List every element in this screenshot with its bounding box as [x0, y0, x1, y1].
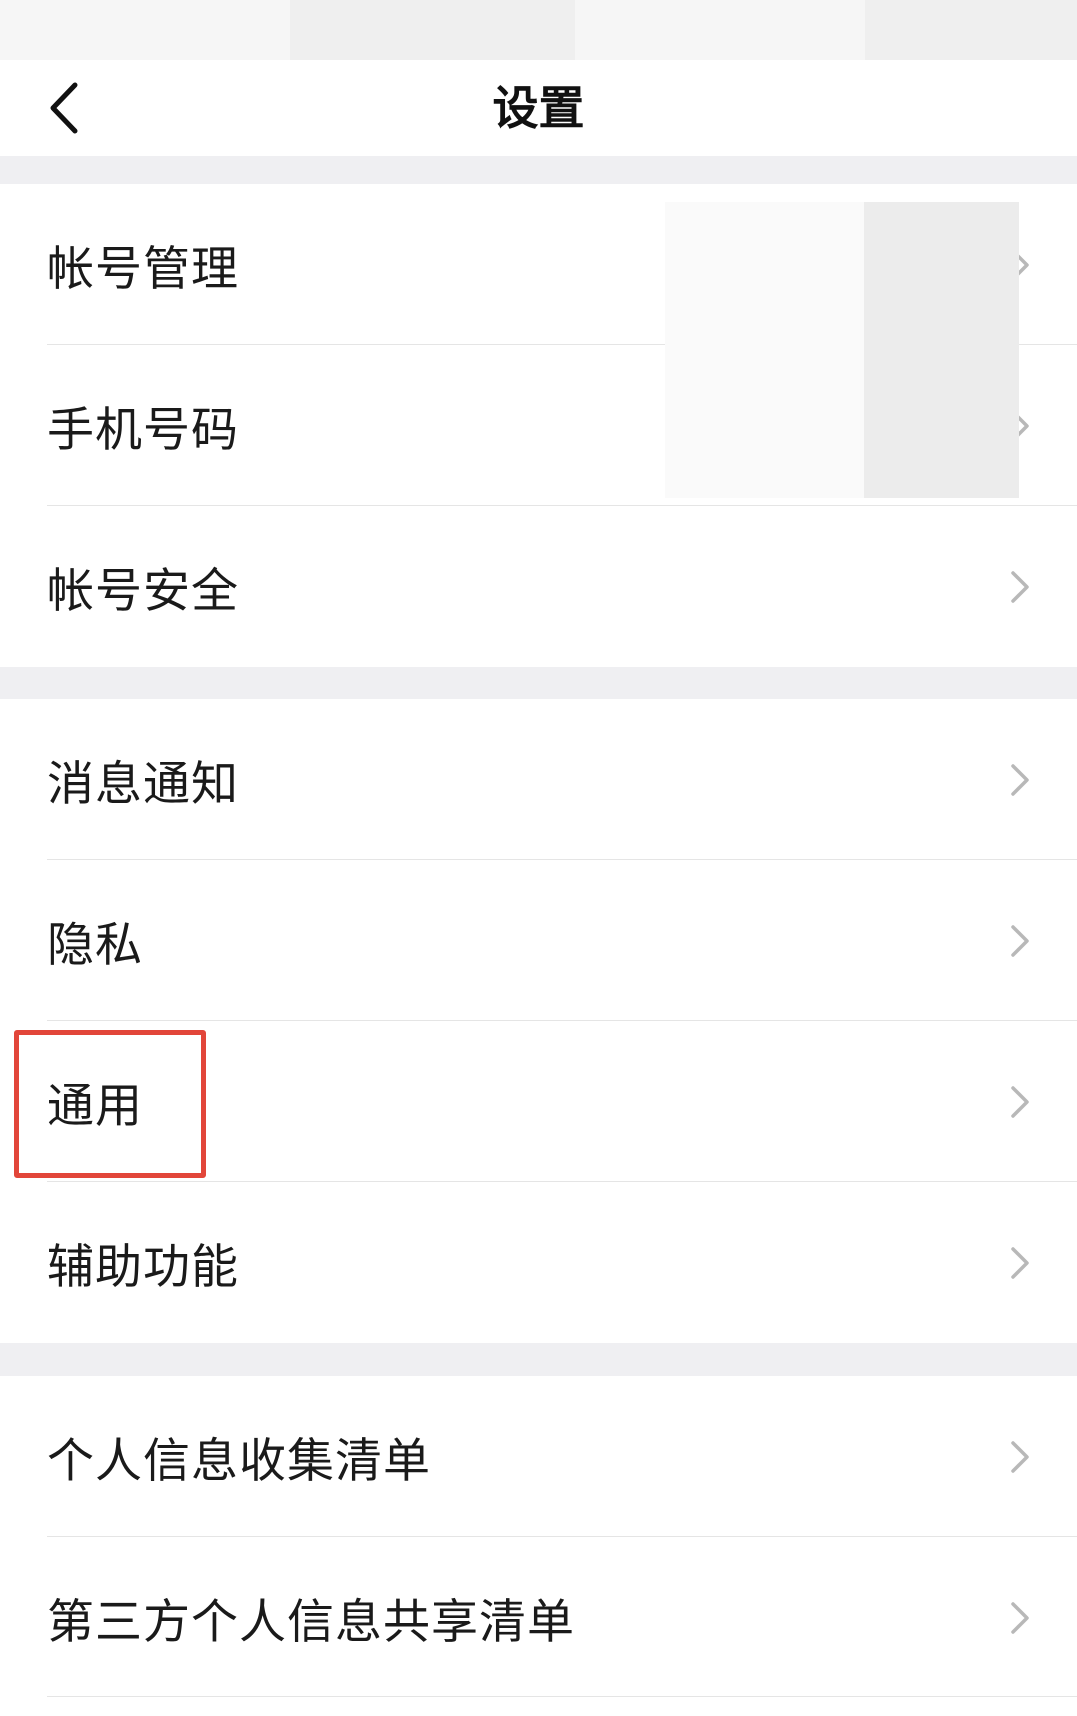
group-separator: [0, 667, 1077, 699]
navigation-bar: 设置: [0, 60, 1077, 156]
chevron-right-icon: [1011, 763, 1029, 796]
settings-item-notifications[interactable]: 消息通知: [0, 699, 1077, 860]
settings-item-label: 个人信息收集清单: [47, 1434, 431, 1489]
redacted-area: [665, 202, 865, 498]
highlight-annotation-box: [14, 1030, 206, 1178]
settings-group-personal-info: 个人信息收集清单 第三方个人信息共享清单: [0, 1376, 1077, 1698]
settings-item-label: 消息通知: [47, 757, 239, 812]
back-button[interactable]: [34, 60, 94, 156]
chevron-left-icon: [50, 82, 78, 134]
settings-item-label: 第三方个人信息共享清单: [47, 1595, 575, 1650]
status-bar-area: [0, 0, 1077, 60]
chevron-right-icon: [1011, 570, 1029, 603]
status-bar-segment: [575, 0, 865, 60]
redacted-area: [864, 202, 1019, 498]
settings-item-personal-info-collection[interactable]: 个人信息收集清单: [0, 1376, 1077, 1537]
settings-item-third-party-sharing[interactable]: 第三方个人信息共享清单: [0, 1537, 1077, 1698]
chevron-right-icon: [1011, 1440, 1029, 1473]
group-separator: [0, 156, 1077, 184]
settings-item-label: 手机号码: [47, 403, 239, 458]
settings-item-label: 帐号管理: [47, 242, 239, 297]
chevron-right-icon: [1011, 924, 1029, 957]
settings-group-general: 消息通知 隐私 通用 辅助功能: [0, 699, 1077, 1343]
chevron-right-icon: [1011, 1085, 1029, 1118]
settings-item-privacy[interactable]: 隐私: [0, 860, 1077, 1021]
page-title: 设置: [492, 81, 585, 135]
group-separator: [0, 1343, 1077, 1376]
settings-item-label: 帐号安全: [47, 564, 239, 619]
chevron-right-icon: [1011, 1601, 1029, 1634]
settings-item-label: 辅助功能: [47, 1240, 239, 1295]
settings-item-label: 隐私: [47, 918, 143, 973]
status-bar-segment: [0, 0, 290, 60]
chevron-right-icon: [1011, 1246, 1029, 1279]
settings-item-accessibility[interactable]: 辅助功能: [0, 1182, 1077, 1343]
settings-item-account-security[interactable]: 帐号安全: [0, 506, 1077, 667]
divider: [47, 1696, 1077, 1697]
